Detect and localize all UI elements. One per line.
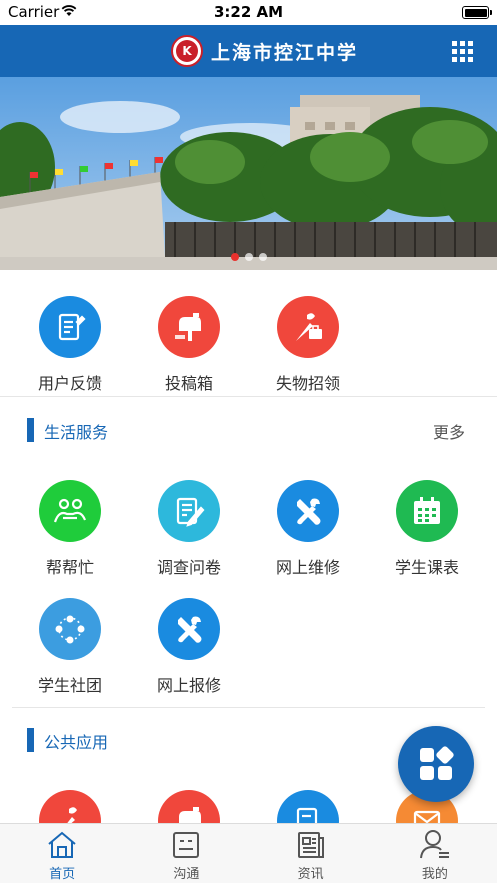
tile-submission-box[interactable]: 投稿箱 — [129, 296, 249, 394]
repair-report-icon — [158, 598, 220, 660]
home-icon — [48, 831, 76, 858]
tile-class-schedule[interactable]: 学生课表 — [367, 480, 487, 578]
bottom-tabbar: 首页 沟通 资讯 我的 — [0, 823, 497, 883]
tile-label: 调查问卷 — [156, 558, 221, 577]
grid-menu-icon[interactable] — [452, 41, 473, 62]
tile-label: 投稿箱 — [164, 374, 213, 393]
tab-label: 我的 — [421, 867, 448, 882]
tile-survey[interactable]: 调查问卷 — [129, 480, 249, 578]
feedback-icon — [39, 296, 101, 358]
section-marker — [27, 418, 34, 442]
tile-label: 学生课表 — [394, 558, 459, 577]
mailbox-icon — [158, 296, 220, 358]
tile-label: 用户反馈 — [37, 374, 102, 393]
chat-icon — [173, 832, 200, 858]
tile-repair-report[interactable]: 网上报修 — [129, 598, 249, 696]
tab-label: 首页 — [49, 867, 76, 882]
tab-news[interactable]: 资讯 — [249, 824, 373, 883]
carousel-indicator — [0, 253, 497, 261]
tab-home[interactable]: 首页 — [0, 824, 124, 883]
banner-image — [0, 77, 497, 270]
club-icon — [39, 598, 101, 660]
tile-label: 帮帮忙 — [45, 558, 94, 577]
carousel-dot[interactable] — [244, 253, 253, 261]
school-logo: K 上海市控江中学 — [171, 34, 358, 68]
tab-label: 资讯 — [297, 867, 324, 882]
tile-user-feedback[interactable]: 用户反馈 — [10, 296, 130, 394]
tile-label: 失物招领 — [275, 374, 340, 393]
tile-label: 网上报修 — [156, 676, 221, 695]
carousel-dot-active[interactable] — [230, 253, 239, 261]
help-icon — [39, 480, 101, 542]
status-bar: Carrier 3:22 AM — [0, 0, 497, 25]
tile-label: 网上维修 — [275, 558, 340, 577]
quick-actions: 用户反馈 投稿箱 失物招领 — [0, 270, 497, 397]
tab-profile[interactable]: 我的 — [373, 824, 497, 883]
status-time: 3:22 AM — [213, 3, 284, 21]
tile-student-clubs[interactable]: 学生社团 — [10, 598, 130, 696]
tile-help[interactable]: 帮帮忙 — [10, 480, 130, 578]
section-marker — [27, 728, 34, 752]
tile-lost-found[interactable]: 失物招领 — [248, 296, 368, 394]
tile-label: 学生社团 — [37, 676, 102, 695]
apps-grid-icon — [420, 746, 454, 780]
tab-label: 沟通 — [173, 867, 200, 882]
section-title: 生活服务 — [44, 423, 109, 442]
news-icon — [297, 832, 324, 858]
tile-online-repair[interactable]: 网上维修 — [248, 480, 368, 578]
survey-icon — [158, 480, 220, 542]
battery-icon — [462, 6, 492, 19]
profile-icon — [419, 830, 449, 859]
school-emblem-icon: K — [171, 35, 203, 67]
school-title: 上海市控江中学 — [211, 41, 359, 64]
lost-found-icon — [277, 296, 339, 358]
tab-chat[interactable]: 沟通 — [124, 824, 248, 883]
carousel-dot[interactable] — [258, 253, 267, 261]
app-header: K 上海市控江中学 — [0, 25, 497, 77]
section-life-services: 生活服务 更多 — [0, 410, 497, 450]
apps-fab-button[interactable] — [398, 726, 474, 802]
repair-tools-icon — [277, 480, 339, 542]
section-title: 公共应用 — [44, 733, 109, 752]
calendar-icon — [396, 480, 458, 542]
section-divider — [12, 707, 485, 708]
banner-carousel[interactable] — [0, 77, 497, 270]
more-link[interactable]: 更多 — [433, 419, 465, 443]
